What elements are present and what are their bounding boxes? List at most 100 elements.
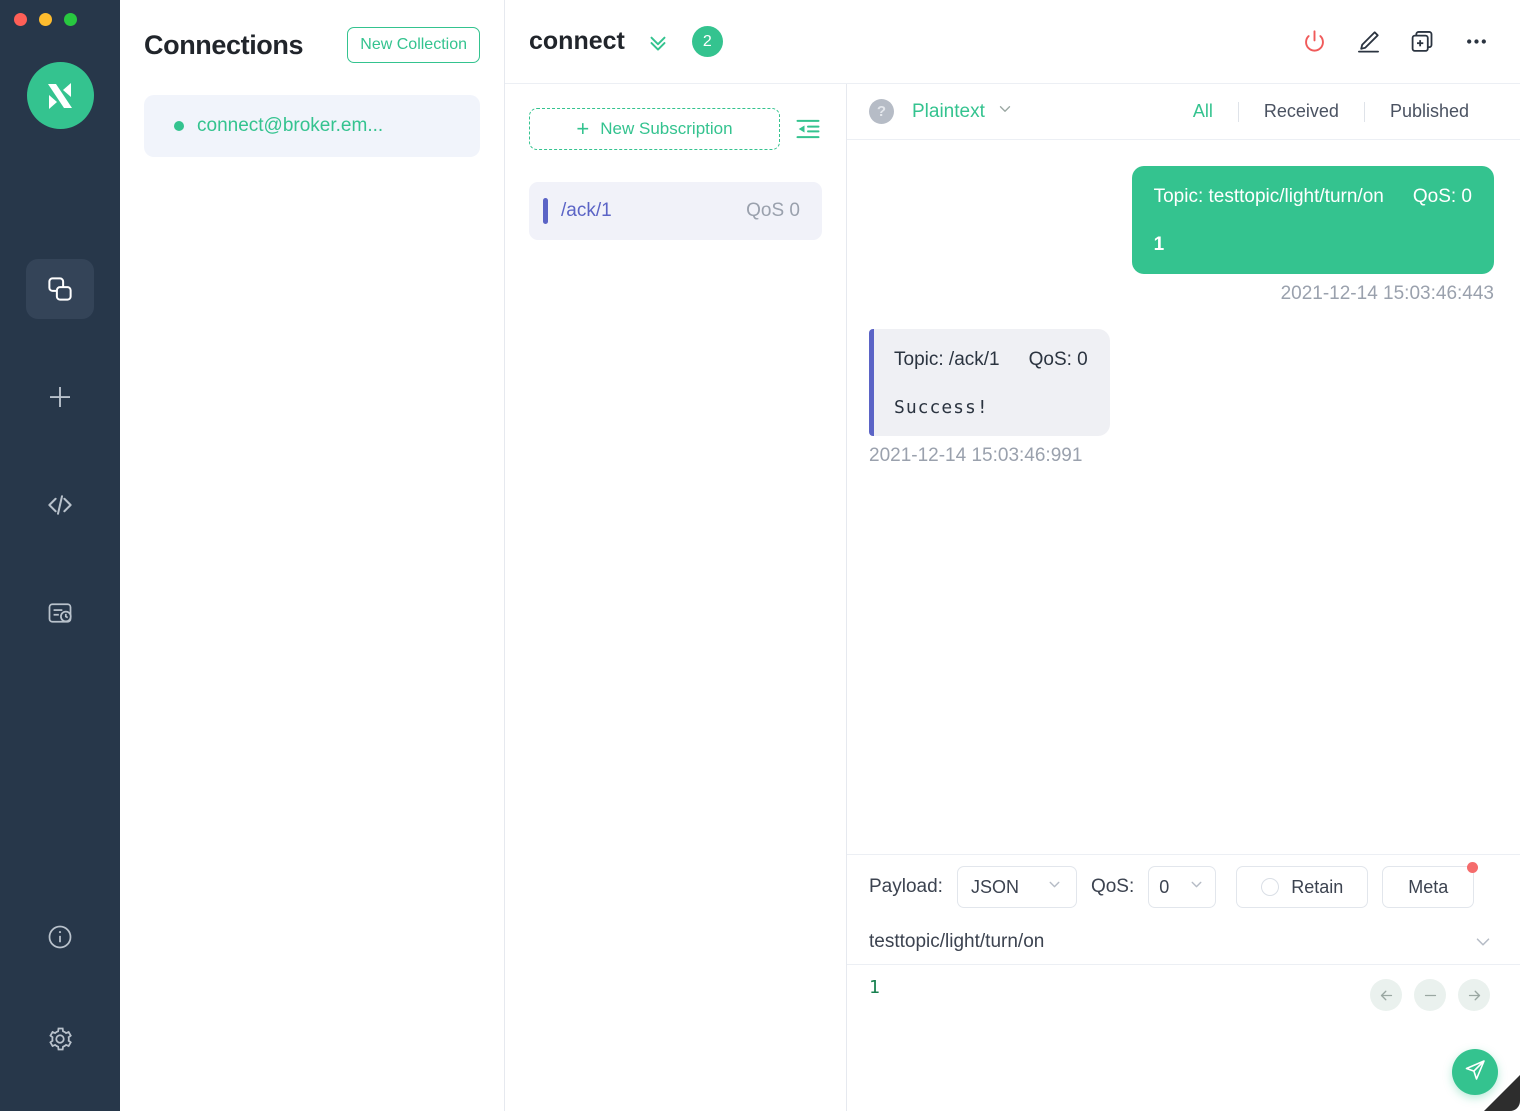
filter-all[interactable]: All [1168,101,1238,122]
log-icon [46,599,74,627]
payload-label: Payload: [869,876,943,897]
window-traffic-lights [14,13,77,26]
message-payload: 1 [1153,234,1165,255]
publish-topic-input[interactable]: testtopic/light/turn/on [847,919,1520,965]
message-payload: Success! [894,397,989,418]
subscriptions-panel: + New Subscription /ack/1 QoS 0 [505,84,847,1111]
new-subscription-label: New Subscription [600,119,733,138]
messages-list[interactable]: Topic: testtopic/light/turn/on QoS: 0 1 … [847,140,1520,855]
sidebar-item-about[interactable] [26,907,94,967]
status-dot [174,121,184,131]
chevron-down-icon [996,100,1014,124]
message-count-badge: 2 [691,26,723,57]
mqttx-window: Connections New Collection connect@broke… [0,0,1520,1111]
meta-badge-dot [1467,862,1479,873]
send-button[interactable] [1452,1049,1498,1095]
arrow-right-icon[interactable] [1458,979,1490,1011]
chevron-down-icon[interactable] [1472,931,1494,953]
subscription-topic: /ack/1 [561,200,612,221]
payload-format-select[interactable]: Plaintext [912,100,1014,124]
code-icon [45,490,75,520]
connection-list-item[interactable]: connect@broker.em... [144,95,480,157]
new-collection-button[interactable]: New Collection [347,27,480,63]
editor-tools [1370,979,1490,1011]
plus-icon [45,382,75,412]
pencil-icon[interactable] [1355,28,1382,55]
send-icon [1463,1058,1487,1087]
meta-label: Meta [1408,876,1449,897]
message-item-received: Topic: /ack/1 QoS: 0 Success! 2021-12-14… [869,329,1494,467]
workspace: + New Subscription /ack/1 QoS 0 ? Plaint… [505,84,1520,1111]
minimize-window-button[interactable] [39,13,52,26]
message-topic: Topic: testtopic/light/turn/on [1153,186,1384,207]
message-topic: Topic: /ack/1 [894,349,1000,370]
new-subscription-button[interactable]: + New Subscription [529,108,780,150]
message-timestamp: 2021-12-14 15:03:46:991 [869,445,1083,466]
rail-bottom-items [0,907,120,1111]
sidebar-item-scripts[interactable] [26,475,94,535]
message-timestamp: 2021-12-14 15:03:46:443 [1280,283,1494,304]
sidebar-item-log[interactable] [26,583,94,643]
gear-icon [46,1025,74,1053]
connection-name: connect@broker.em... [197,115,384,136]
meta-button[interactable]: Meta [1382,862,1479,908]
publish-topic-value: testtopic/light/turn/on [869,930,1045,952]
connections-panel: Connections New Collection connect@broke… [120,0,505,1111]
new-tab-icon[interactable] [1409,28,1436,55]
messages-toolbar: ? Plaintext All Received Published [847,84,1520,140]
arrow-left-icon[interactable] [1370,979,1402,1011]
chevron-double-down-icon[interactable] [645,29,671,55]
subscription-list-item[interactable]: /ack/1 QoS 0 [529,182,822,240]
payload-format-value: Plaintext [912,100,985,122]
message-bubble[interactable]: Topic: /ack/1 QoS: 0 Success! [869,329,1110,436]
message-meta: Topic: /ack/1 QoS: 0 [894,349,1088,371]
subscription-qos: QoS 0 [746,200,800,221]
connection-title: connect [529,27,625,55]
publish-area: Payload: JSON QoS: 0 Retain Meta testtop… [847,855,1520,1111]
connection-topbar: connect 2 [505,0,1520,84]
message-filters: All Received Published [1168,101,1494,122]
minus-icon[interactable] [1414,979,1446,1011]
filter-published[interactable]: Published [1365,101,1494,122]
message-meta: Topic: testtopic/light/turn/on QoS: 0 [1154,186,1472,208]
power-icon[interactable] [1301,28,1328,55]
mqttx-logo [26,62,94,129]
messages-pane: ? Plaintext All Received Published Topic… [847,84,1520,1111]
collapse-left-icon[interactable] [794,115,822,143]
ellipsis-icon[interactable] [1463,28,1490,55]
rail-primary-items [0,259,120,691]
checkbox-circle-icon [1261,878,1280,896]
chevron-down-icon [1188,876,1205,898]
subscription-color-bar [543,198,548,224]
plus-icon: + [576,116,590,141]
left-nav-rail [0,0,120,1111]
connections-icon [45,274,75,304]
publish-options: Payload: JSON QoS: 0 Retain Meta [847,855,1520,919]
sidebar-item-new-connection[interactable] [26,367,94,427]
chevron-down-icon [1046,876,1063,898]
payload-type-value: JSON [970,876,1019,897]
message-bubble[interactable]: Topic: testtopic/light/turn/on QoS: 0 1 [1131,166,1494,274]
message-qos: QoS: 0 [1412,186,1472,207]
topbar-actions [1301,28,1490,55]
zoom-window-button[interactable] [64,13,77,26]
filter-received[interactable]: Received [1239,101,1364,122]
page-title: Connections [144,29,304,60]
retain-checkbox[interactable]: Retain [1236,866,1369,908]
sidebar-item-settings[interactable] [26,1009,94,1069]
close-window-button[interactable] [14,13,27,26]
sidebar-item-connections[interactable] [26,259,94,319]
subscriptions-header: + New Subscription [529,108,822,150]
info-icon [46,923,74,951]
main-region: connect 2 + New Subscription /ack/1 QoS … [505,0,1520,1111]
message-item-published: Topic: testtopic/light/turn/on QoS: 0 1 … [869,166,1494,305]
retain-label: Retain [1291,876,1344,897]
message-qos: QoS: 0 [1028,349,1088,370]
qos-value: 0 [1159,876,1170,897]
publish-payload-editor[interactable]: 1 [847,965,1520,1111]
connections-header: Connections New Collection [144,0,480,90]
qos-label: QoS: [1090,876,1135,897]
qos-select[interactable]: 0 [1148,866,1217,908]
help-icon[interactable]: ? [869,99,894,124]
payload-type-select[interactable]: JSON [956,866,1077,908]
